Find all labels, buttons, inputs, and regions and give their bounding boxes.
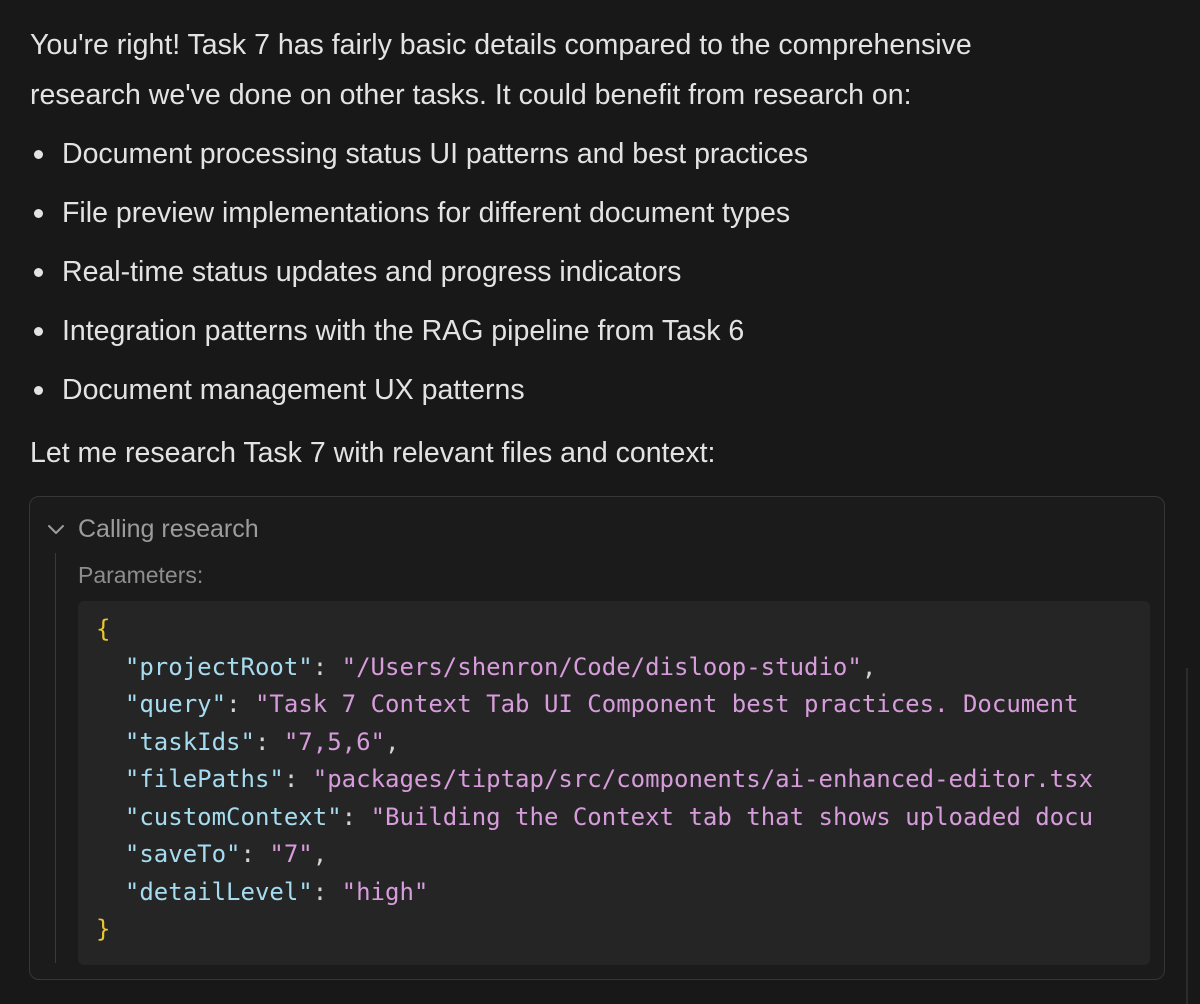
list-item: Document management UX patterns [0,362,1200,421]
parameters-json: { "projectRoot": "/Users/shenron/Code/di… [96,615,1094,943]
param-key-detaillevel: "detailLevel" [124,877,313,906]
chevron-down-icon[interactable] [44,517,68,541]
message-lead: Let me research Task 7 with relevant fil… [30,437,716,469]
param-value-detaillevel: "high" [341,877,429,906]
param-key-saveto: "saveTo" [124,840,241,868]
list-item: Real-time status updates and progress in… [0,244,1200,303]
tool-call-thread-line [55,553,56,963]
param-key-query: "query" [124,690,227,718]
param-value-filepaths: "packages/tiptap/src/components/ai-enhan… [312,765,1094,793]
message-intro: You're right! Task 7 has fairly basic de… [30,20,1180,120]
list-item-text: Document management UX patterns [62,374,525,406]
bullet-icon [34,209,43,218]
param-value-query: "Task 7 Context Tab UI Component best pr… [254,690,1079,718]
parameters-label: Parameters: [78,562,204,588]
close-brace: } [96,915,111,943]
list-item-text: File preview implementations for differe… [62,197,791,229]
list-item: Integration patterns with the RAG pipeli… [0,303,1200,362]
intro-line-2: research we've done on other tasks. It c… [30,79,912,111]
param-value-customcontext: "Building the Context tab that shows upl… [370,802,1094,831]
bullet-icon [34,327,43,336]
bullet-icon [34,386,43,395]
list-item-text: Real-time status updates and progress in… [62,256,682,288]
tool-call-card: Calling research Parameters: { "projectR… [29,496,1165,980]
list-item: Document processing status UI patterns a… [0,126,1200,185]
param-key-customcontext: "customContext" [124,802,342,831]
tool-call-toggle[interactable]: Calling research [44,511,259,547]
param-value-projectroot: "/Users/shenron/Code/disloop-studio" [341,652,862,681]
param-key-filepaths: "filePaths" [124,765,284,793]
page-scrollbar[interactable] [1186,668,1188,1004]
param-value-taskids: "7,5,6" [283,727,386,756]
param-key-projectroot: "projectRoot" [124,652,313,681]
parameters-code-block[interactable]: { "projectRoot": "/Users/shenron/Code/di… [78,601,1150,965]
open-brace: { [96,615,111,643]
bullet-icon [34,150,43,159]
tool-call-title: Calling research [78,514,259,543]
research-topics-list: Document processing status UI patterns a… [0,126,1200,421]
list-item-text: Document processing status UI patterns a… [62,138,809,170]
list-item: File preview implementations for differe… [0,185,1200,244]
param-key-taskids: "taskIds" [124,727,255,756]
list-item-text: Integration patterns with the RAG pipeli… [62,315,745,347]
param-value-saveto: "7" [269,840,313,868]
intro-line-1: You're right! Task 7 has fairly basic de… [30,29,972,61]
bullet-icon [34,268,43,277]
